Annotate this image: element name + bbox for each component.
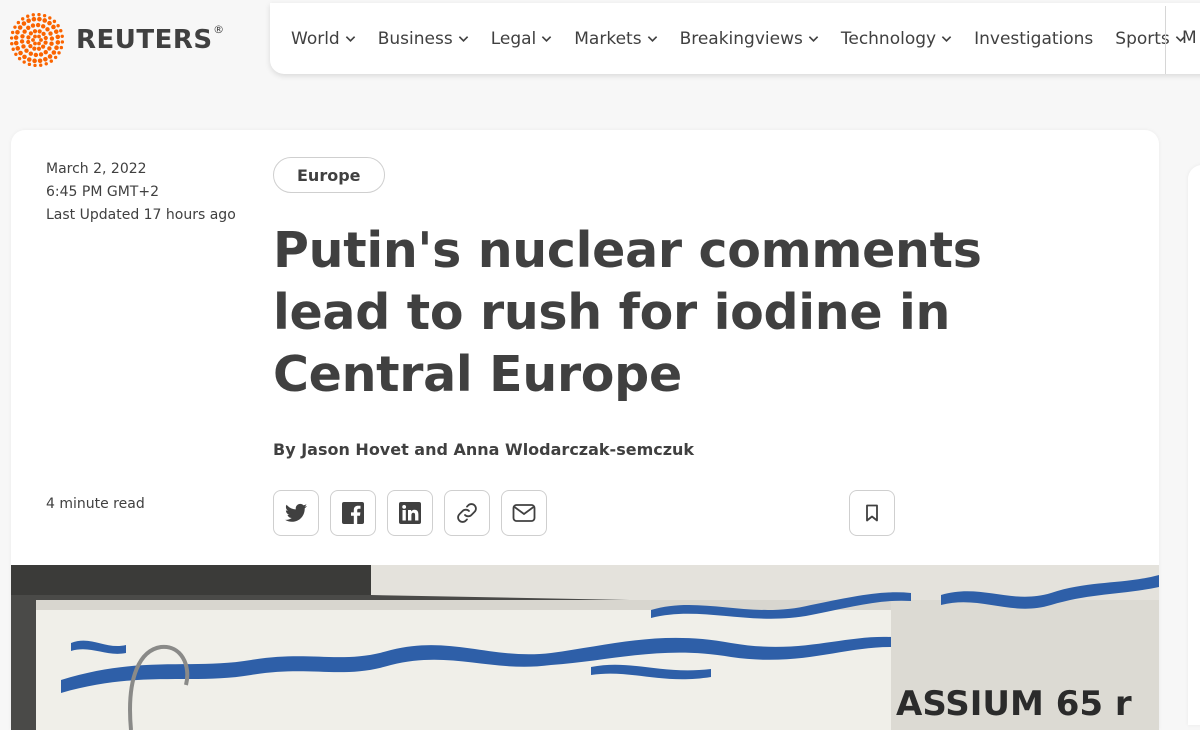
read-time: 4 minute read	[46, 496, 145, 512]
publish-time: 6:45 PM GMT+2	[46, 184, 159, 200]
nav-item-label: World	[291, 28, 340, 49]
nav-divider	[1165, 6, 1166, 74]
nav-item-label: Markets	[574, 28, 642, 49]
copy-link-button[interactable]	[444, 490, 490, 536]
nav-item-breakingviews[interactable]: Breakingviews	[680, 29, 819, 49]
article-meta: March 2, 2022 6:45 PM GMT+2 Last Updated…	[46, 158, 236, 227]
chevron-down-icon	[647, 36, 657, 42]
email-icon	[512, 504, 536, 522]
package-label-text: ASSIUM 65 r	[896, 684, 1132, 724]
share-facebook-button[interactable]	[330, 490, 376, 536]
nav-item-markets[interactable]: Markets	[574, 29, 657, 49]
reuters-logo[interactable]: REUTERS ®	[10, 13, 225, 67]
section-tag-button[interactable]: Europe	[273, 157, 385, 193]
link-icon	[457, 503, 477, 523]
chevron-down-icon	[345, 36, 355, 42]
nav-item-label: Investigations	[974, 28, 1094, 49]
nav-item-label: Legal	[490, 28, 537, 49]
nav-item-business[interactable]: Business	[378, 29, 469, 49]
chevron-down-icon	[941, 36, 952, 42]
twitter-icon	[285, 503, 307, 522]
linkedin-icon	[399, 502, 421, 524]
chevron-down-icon	[542, 36, 552, 42]
bookmark-button[interactable]	[849, 490, 895, 536]
nav-item-technology[interactable]: Technology	[841, 29, 952, 49]
nav-item-label: Technology	[840, 28, 937, 49]
nav-item-more[interactable]: M	[1182, 28, 1197, 48]
share-twitter-button[interactable]	[273, 490, 319, 536]
nav-item-label: Business	[377, 28, 453, 49]
article-card: March 2, 2022 6:45 PM GMT+2 Last Updated…	[11, 130, 1159, 730]
bookmark-icon	[866, 504, 878, 522]
nav-item-label: Sports	[1115, 28, 1170, 49]
share-toolbar	[273, 490, 558, 536]
facebook-icon	[342, 502, 364, 524]
chevron-down-icon	[808, 36, 819, 42]
share-email-button[interactable]	[501, 490, 547, 536]
nav-item-investigations[interactable]: Investigations	[974, 29, 1093, 49]
reuters-logo-icon	[10, 13, 64, 67]
main-navigation: World Business Legal Markets Breakingviews Te…	[270, 3, 1200, 74]
share-linkedin-button[interactable]	[387, 490, 433, 536]
brand-name: REUTERS ®	[76, 23, 225, 55]
article-byline[interactable]: By Jason Hovet and Anna Wlodarczak-semcz…	[273, 440, 694, 459]
nav-item-label: Breakingviews	[679, 28, 803, 49]
sidebar-card	[1188, 165, 1200, 725]
article-hero-image: ASSIUM 65 r	[11, 565, 1159, 730]
last-updated: Last Updated 17 hours ago	[46, 207, 236, 223]
nav-item-sports[interactable]: Sports	[1115, 29, 1186, 49]
publish-date: March 2, 2022	[46, 161, 147, 177]
chevron-down-icon	[458, 36, 468, 42]
nav-item-world[interactable]: World	[291, 29, 356, 49]
nav-item-legal[interactable]: Legal	[491, 29, 553, 49]
article-headline: Putin's nuclear comments lead to rush fo…	[273, 222, 982, 403]
